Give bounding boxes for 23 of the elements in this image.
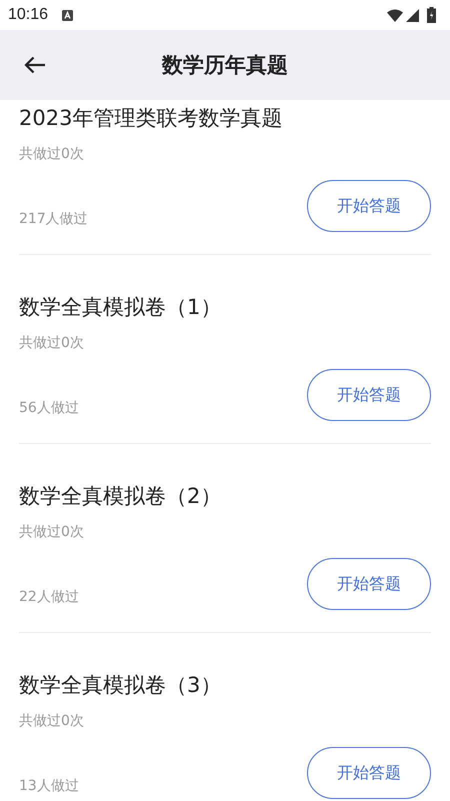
participant-count: 217人做过: [19, 210, 88, 229]
paper-title: 数学全真模拟卷（3）: [19, 672, 222, 699]
back-arrow-icon: [24, 56, 46, 74]
start-answering-button[interactable]: 开始答题: [307, 180, 431, 232]
start-answering-button[interactable]: 开始答题: [307, 747, 431, 799]
paper-title: 2023年管理类联考数学真题: [19, 105, 284, 132]
attempt-count: 共做过0次: [19, 712, 85, 731]
participant-count: 56人做过: [19, 399, 79, 418]
participant-count: 22人做过: [19, 588, 79, 607]
paper-title: 数学全真模拟卷（1）: [19, 294, 222, 321]
start-answering-button[interactable]: 开始答题: [307, 369, 431, 421]
page-title: 数学历年真题: [162, 53, 288, 77]
attempt-count: 共做过0次: [19, 145, 85, 164]
participant-count: 13人做过: [19, 777, 79, 796]
wifi-icon: [387, 8, 403, 22]
paper-title: 数学全真模拟卷（2）: [19, 483, 222, 510]
notification-icon: [62, 10, 74, 20]
start-answering-button[interactable]: 开始答题: [307, 558, 431, 610]
signal-icon: [406, 8, 419, 22]
status-time: 10:16: [8, 6, 48, 24]
battery-icon: [427, 7, 436, 23]
attempt-count: 共做过0次: [19, 334, 85, 353]
attempt-count: 共做过0次: [19, 523, 85, 542]
